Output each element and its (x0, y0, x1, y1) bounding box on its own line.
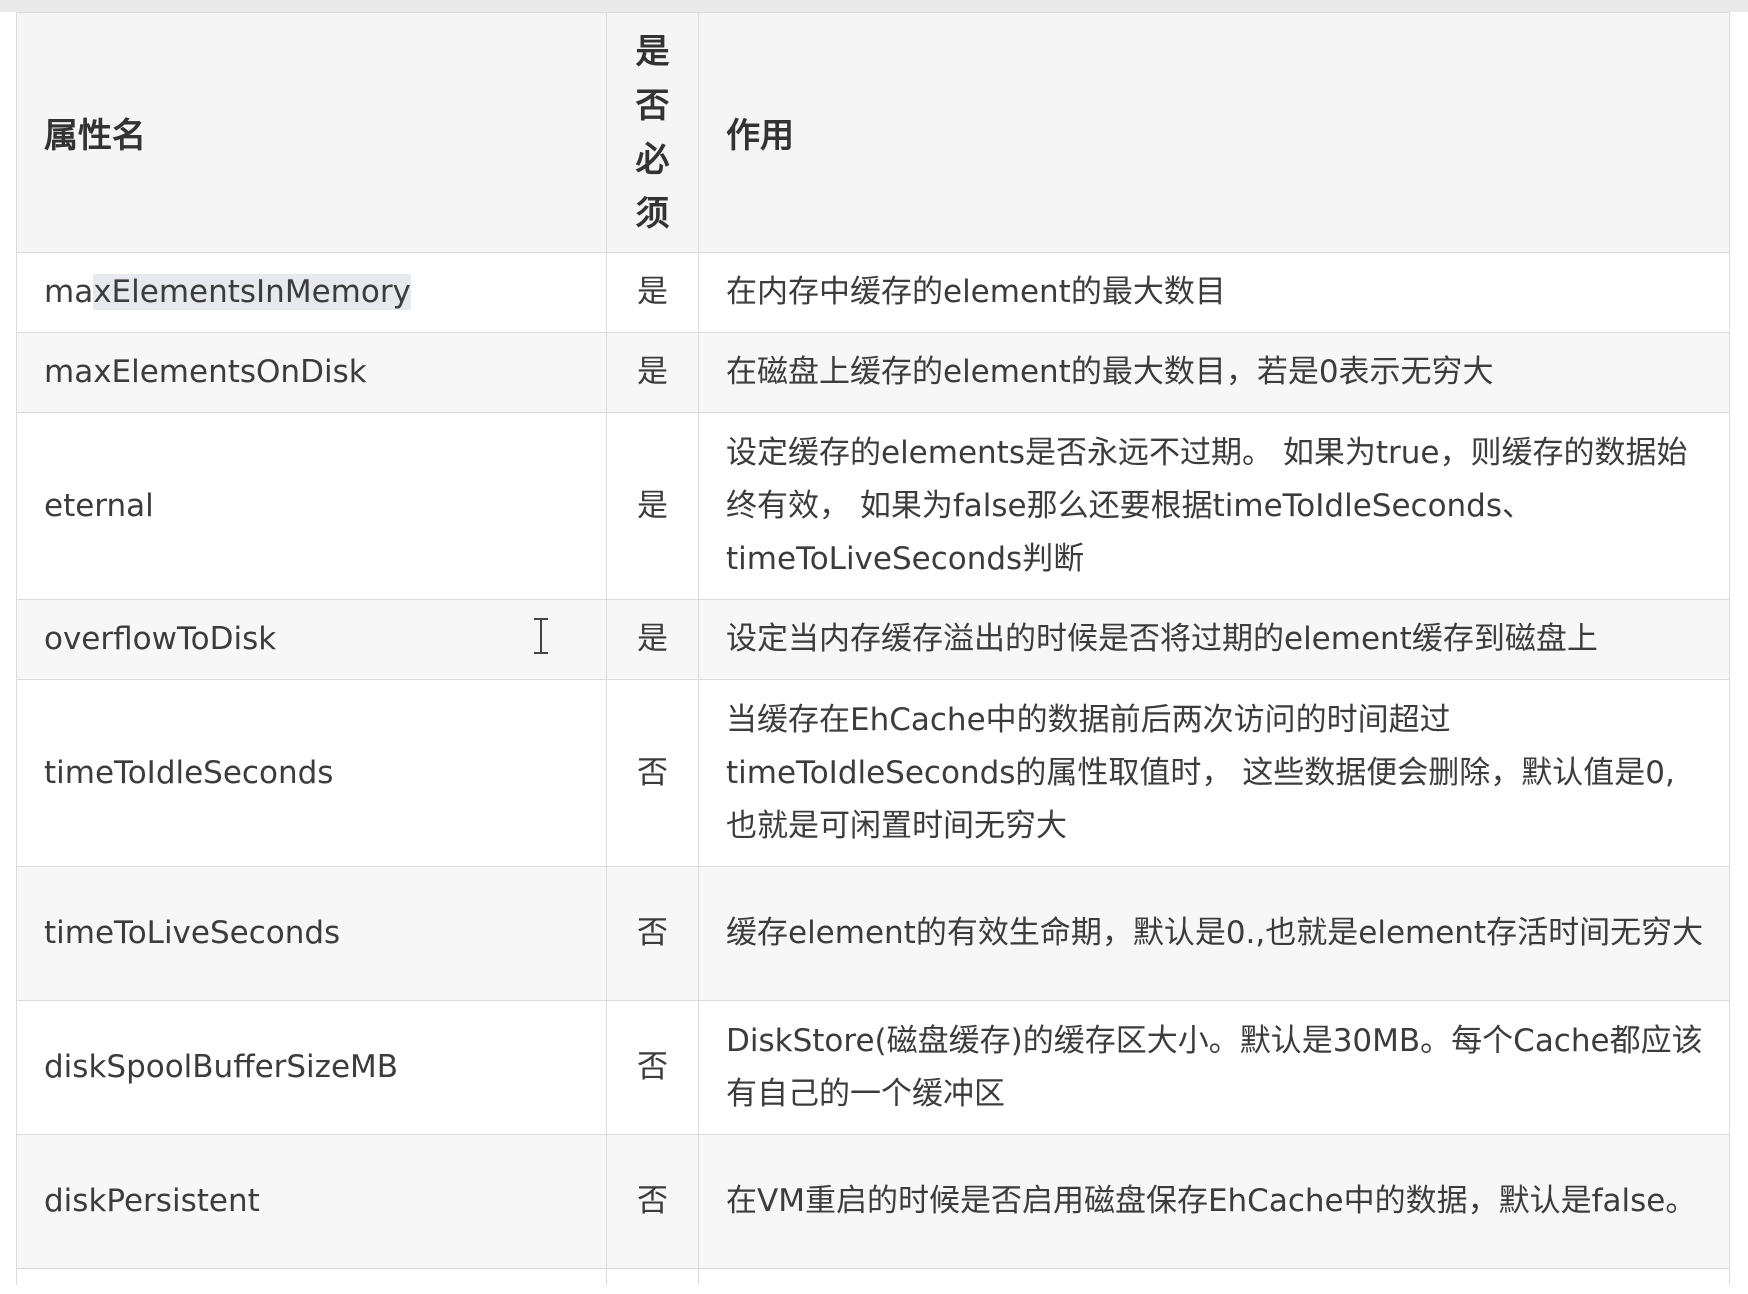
text-cursor-icon (534, 618, 548, 654)
attr-name: maxElementsOnDisk (44, 354, 367, 390)
table-header-row: 属性名 是 否 必 须 作用 (16, 12, 1730, 253)
attr-name-cell: diskPersistent (16, 1134, 607, 1269)
required-cell: 是 (606, 252, 699, 333)
header-required: 是 否 必 须 (606, 12, 699, 253)
attr-name: timeToIdleSeconds (44, 754, 334, 791)
required-cell: 是 (606, 412, 699, 600)
selected-text: xElementsInMemory (93, 274, 411, 310)
header-required-char: 须 (635, 193, 670, 234)
table-row: timeToIdleSeconds 否 当缓存在EhCache中的数据前后两次访… (16, 679, 1730, 867)
required-cell: 是 (606, 332, 699, 413)
table-row: overflowToDisk 是 设定当内存缓存溢出的时候是否将过期的eleme… (16, 599, 1730, 680)
description-cell: DiskStore(磁盘缓存)的缓存区大小。默认是30MB。每个Cache都应该… (698, 1000, 1730, 1135)
description-cell: 设定缓存的elements是否永远不过期。 如果为true，则缓存的数据始终有效… (698, 412, 1730, 600)
attribute-table-container: 属性名 是 否 必 须 作用 maxElementsInMemory 是 在内存… (16, 12, 1730, 1285)
required-cell: 否 (606, 1000, 699, 1135)
attr-name: overflowToDisk (44, 621, 277, 657)
table-row: timeToLiveSeconds 否 缓存element的有效生命期，默认是0… (16, 866, 1730, 1001)
header-description: 作用 (698, 12, 1730, 253)
attr-name-cell: maxElementsOnDisk (16, 332, 607, 413)
required-cell: 否 (606, 679, 699, 867)
required-cell: 是 (606, 599, 699, 680)
attr-name-cell: eternal (16, 412, 607, 600)
description-cell: 设定当内存缓存溢出的时候是否将过期的element缓存到磁盘上 (698, 599, 1730, 680)
attr-name-cell: diskSpoolBufferSizeMB (16, 1000, 607, 1135)
description-cell: 在磁盘上缓存的element的最大数目，若是0表示无穷大 (698, 332, 1730, 413)
table-row: diskPersistent 否 在VM重启的时候是否启用磁盘保存EhCache… (16, 1134, 1730, 1269)
header-required-char: 否 (635, 85, 670, 126)
partial-cell (16, 1268, 607, 1285)
attr-name: diskPersistent (44, 1183, 260, 1219)
description-cell: 在内存中缓存的element的最大数目 (698, 252, 1730, 333)
attr-name-cell: timeToLiveSeconds (16, 866, 607, 1001)
table-row: maxElementsInMemory 是 在内存中缓存的element的最大数… (16, 252, 1730, 333)
required-cell: 否 (606, 1134, 699, 1269)
table-row: eternal 是 设定缓存的elements是否永远不过期。 如果为true，… (16, 412, 1730, 600)
description-cell: 缓存element的有效生命期，默认是0.,也就是element存活时间无穷大 (698, 866, 1730, 1001)
attr-name-cell: maxElementsInMemory (16, 252, 607, 333)
attr-name-cell: overflowToDisk (16, 599, 607, 680)
attribute-table: 属性名 是 否 必 须 作用 maxElementsInMemory 是 在内存… (16, 12, 1730, 1285)
header-required-char: 必 (635, 139, 670, 180)
table-row-partial (16, 1268, 1730, 1285)
description-cell: 在VM重启的时候是否启用磁盘保存EhCache中的数据，默认是false。 (698, 1134, 1730, 1269)
top-strip (0, 0, 1748, 12)
table-row: maxElementsOnDisk 是 在磁盘上缓存的element的最大数目，… (16, 332, 1730, 413)
attr-name: ma (44, 274, 94, 310)
partial-cell (698, 1268, 1730, 1285)
attr-name: timeToLiveSeconds (44, 915, 341, 951)
description-cell: 当缓存在EhCache中的数据前后两次访问的时间超过timeToIdleSeco… (698, 679, 1730, 867)
attr-name: eternal (44, 487, 154, 524)
attr-name: diskSpoolBufferSizeMB (44, 1049, 399, 1085)
required-cell: 否 (606, 866, 699, 1001)
table-row: diskSpoolBufferSizeMB 否 DiskStore(磁盘缓存)的… (16, 1000, 1730, 1135)
attr-name-cell: timeToIdleSeconds (16, 679, 607, 867)
partial-cell (606, 1268, 699, 1285)
header-name: 属性名 (16, 12, 607, 253)
header-required-char: 是 (635, 31, 670, 72)
